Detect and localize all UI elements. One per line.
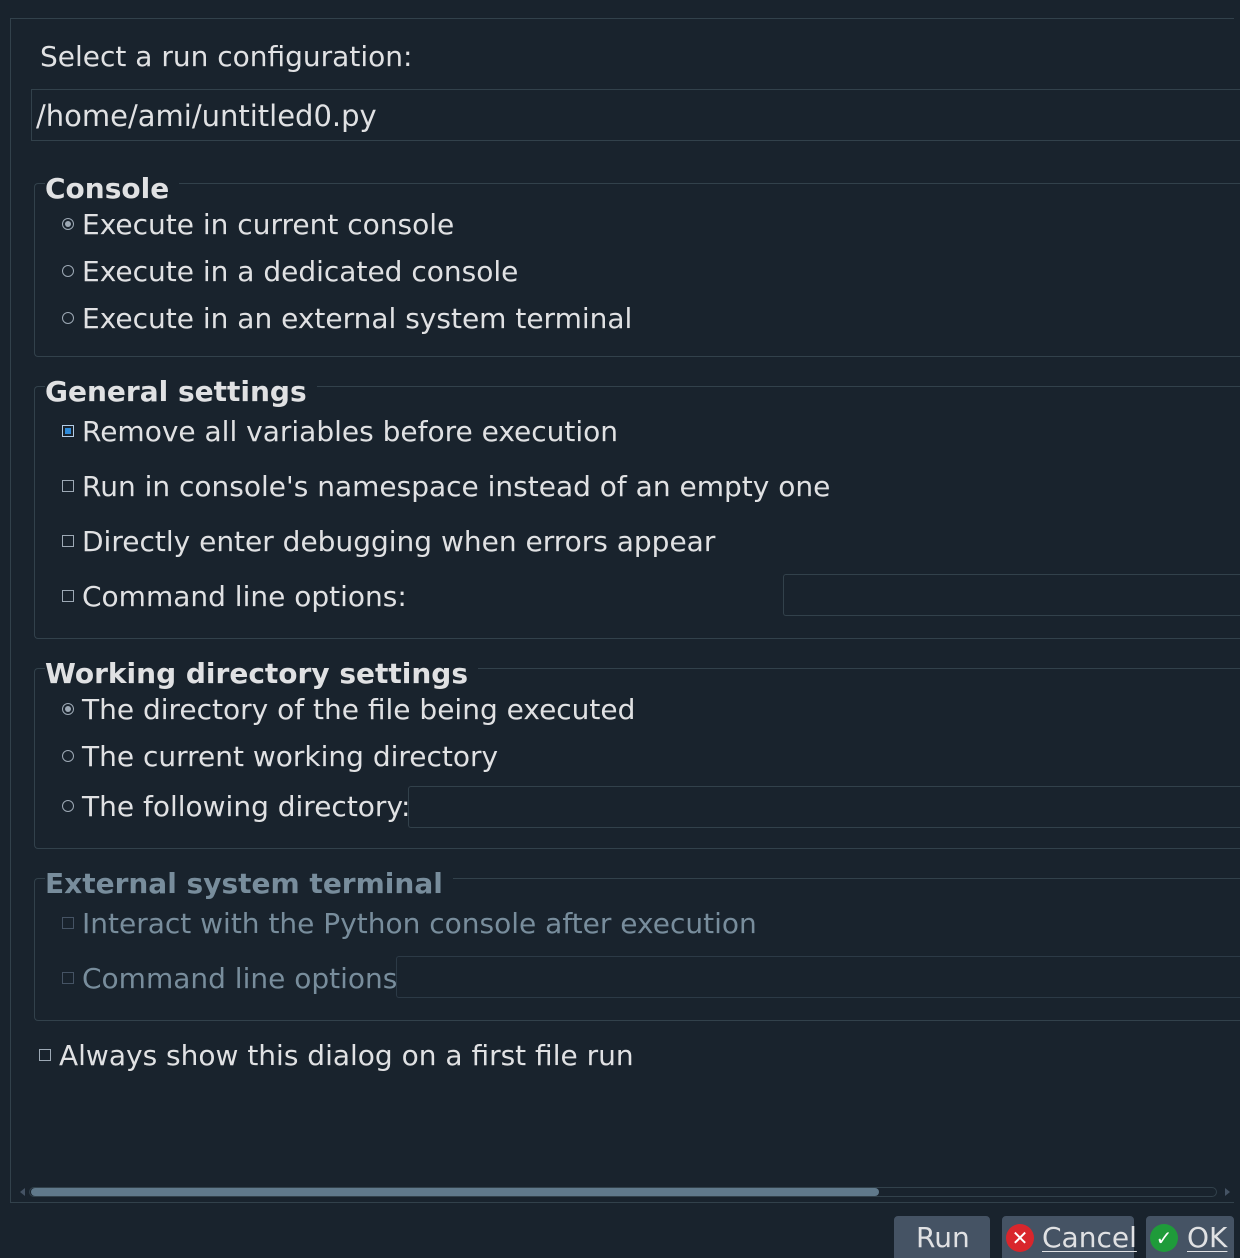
radio-label: Execute in a dedicated console [82, 255, 519, 288]
checkbox-label: Always show this dialog on a first file … [59, 1039, 634, 1072]
checkbox-indicator[interactable] [62, 480, 74, 492]
checkbox-label: Run in console's namespace instead of an… [82, 470, 831, 503]
console-group-title: Console [45, 172, 180, 205]
radio-indicator[interactable] [62, 218, 74, 230]
cmd-options-input[interactable] [783, 574, 1240, 616]
scroll-right-arrow-icon[interactable] [1225, 1188, 1230, 1196]
checkbox-indicator[interactable] [62, 425, 74, 437]
cancel-x-icon: ✕ [1006, 1224, 1034, 1252]
checkbox-label: Directly enter debugging when errors app… [82, 525, 716, 558]
checkbox-indicator[interactable] [62, 535, 74, 547]
scroll-thumb[interactable] [31, 1188, 879, 1196]
run-config-combobox[interactable]: /home/ami/untitled0.py [31, 89, 1240, 141]
checkbox-label: Interact with the Python console after e… [82, 907, 757, 940]
radio-indicator[interactable] [62, 312, 74, 324]
radio-label: Execute in an external system terminal [82, 302, 633, 335]
general-settings-group: General settings Remove all variables be… [34, 375, 1240, 639]
working-directory-group: Working directory settings The directory… [34, 657, 1240, 849]
checkbox-indicator[interactable] [62, 917, 74, 929]
radio-label: The following directory: [82, 790, 411, 823]
scroll-left-arrow-icon[interactable] [20, 1188, 25, 1196]
run-config-value: /home/ami/untitled0.py [36, 99, 377, 133]
general-settings-title: General settings [45, 375, 317, 408]
checkbox-indicator[interactable] [62, 972, 74, 984]
console-group: Console Execute in current console Execu… [34, 172, 1240, 357]
radio-indicator[interactable] [62, 703, 74, 715]
cancel-button-label: Cancel [1042, 1221, 1137, 1254]
radio-indicator[interactable] [62, 265, 74, 277]
checkbox-label: Command line options: [82, 962, 407, 995]
external-terminal-title: External system terminal [45, 867, 453, 900]
checkbox-indicator[interactable] [62, 590, 74, 602]
checkbox-indicator[interactable] [39, 1049, 51, 1061]
horizontal-scrollbar[interactable] [20, 1185, 1230, 1199]
ok-button[interactable]: ✓ OK [1146, 1216, 1234, 1258]
cancel-button[interactable]: ✕ Cancel [1002, 1216, 1137, 1258]
checkbox-label: Command line options: [82, 580, 407, 613]
run-button[interactable]: Run [894, 1216, 990, 1258]
external-terminal-group: External system terminal Interact with t… [34, 867, 1240, 1021]
ok-check-icon: ✓ [1150, 1224, 1178, 1252]
following-directory-input[interactable] [408, 786, 1240, 828]
radio-label: The current working directory [82, 740, 499, 773]
run-button-label: Run [916, 1221, 970, 1254]
working-directory-title: Working directory settings [45, 657, 479, 690]
radio-label: The directory of the file being executed [82, 693, 636, 726]
ok-button-label: OK [1187, 1221, 1228, 1254]
radio-indicator[interactable] [62, 800, 74, 812]
radio-indicator[interactable] [62, 750, 74, 762]
radio-label: Execute in current console [82, 208, 455, 241]
select-config-label: Select a run configuration: [40, 40, 413, 73]
external-cmd-options-input[interactable] [396, 956, 1240, 998]
checkbox-label: Remove all variables before execution [82, 415, 619, 448]
